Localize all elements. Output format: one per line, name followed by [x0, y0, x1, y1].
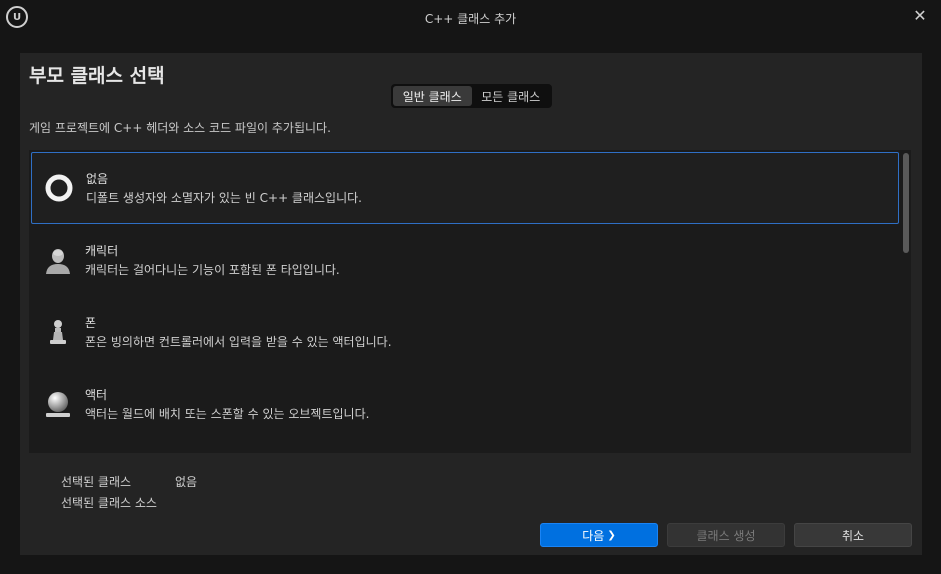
class-list: 없음 디폴트 생성자와 소멸자가 있는 빈 C++ 클래스입니다. 캐릭터 캐릭… — [29, 150, 911, 453]
description-text: 게임 프로젝트에 C++ 헤더와 소스 코드 파일이 추가됩니다. — [29, 121, 331, 135]
window-title: C++ 클래스 추가 — [424, 12, 517, 26]
class-item-name: 없음 — [86, 172, 109, 186]
cancel-button[interactable]: 취소 — [794, 523, 912, 547]
scroll-thumb[interactable] — [903, 153, 909, 253]
tab-all-classes[interactable]: 모든 클래스 — [472, 86, 551, 106]
actor-icon — [43, 389, 73, 419]
class-list-scrollbar[interactable] — [902, 152, 910, 452]
class-filter-tabs: 일반 클래스 모든 클래스 — [391, 84, 552, 108]
character-icon — [43, 245, 73, 275]
class-item-name: 폰 — [85, 316, 97, 330]
page-title: 부모 클래스 선택 — [29, 65, 165, 87]
create-class-button-label: 클래스 생성 — [696, 528, 756, 543]
chevron-right-icon: ❯ — [607, 529, 616, 541]
ring-icon — [44, 173, 74, 203]
class-item-description: 액터는 월드에 배치 또는 스폰할 수 있는 오브젝트입니다. — [85, 407, 370, 421]
close-button[interactable]: ✕ — [909, 4, 931, 26]
cancel-button-label: 취소 — [841, 528, 865, 543]
tab-common-classes[interactable]: 일반 클래스 — [393, 86, 472, 106]
selected-class-source-label: 선택된 클래스 소스 — [61, 496, 157, 510]
title-bar: U C++ 클래스 추가 ✕ — [0, 0, 941, 34]
class-item-character[interactable]: 캐릭터 캐릭터는 걸어다니는 기능이 포함된 폰 타입입니다. — [31, 224, 899, 296]
class-item-actor[interactable]: 액터 액터는 월드에 배치 또는 스폰할 수 있는 오브젝트입니다. — [31, 368, 899, 440]
class-item-description: 폰은 빙의하면 컨트롤러에서 입력을 받을 수 있는 액터입니다. — [85, 335, 392, 349]
next-button[interactable]: 다음 ❯ — [540, 523, 658, 547]
pawn-icon — [43, 317, 73, 347]
selected-class-label: 선택된 클래스 — [61, 475, 132, 489]
class-item-description: 디폴트 생성자와 소멸자가 있는 빈 C++ 클래스입니다. — [86, 191, 362, 205]
dialog-panel: 부모 클래스 선택 일반 클래스 모든 클래스 게임 프로젝트에 C++ 헤더와… — [20, 53, 922, 555]
class-item-none[interactable]: 없음 디폴트 생성자와 소멸자가 있는 빈 C++ 클래스입니다. — [31, 152, 899, 224]
close-icon: ✕ — [913, 5, 927, 25]
class-item-description: 캐릭터는 걸어다니는 기능이 포함된 폰 타입입니다. — [85, 263, 340, 277]
selected-class-value: 없음 — [175, 475, 198, 489]
class-item-pawn[interactable]: 폰 폰은 빙의하면 컨트롤러에서 입력을 받을 수 있는 액터입니다. — [31, 296, 899, 368]
class-item-name: 액터 — [85, 388, 108, 402]
next-button-label: 다음 — [582, 528, 605, 543]
create-class-button[interactable]: 클래스 생성 — [667, 523, 785, 547]
class-item-name: 캐릭터 — [85, 244, 119, 258]
